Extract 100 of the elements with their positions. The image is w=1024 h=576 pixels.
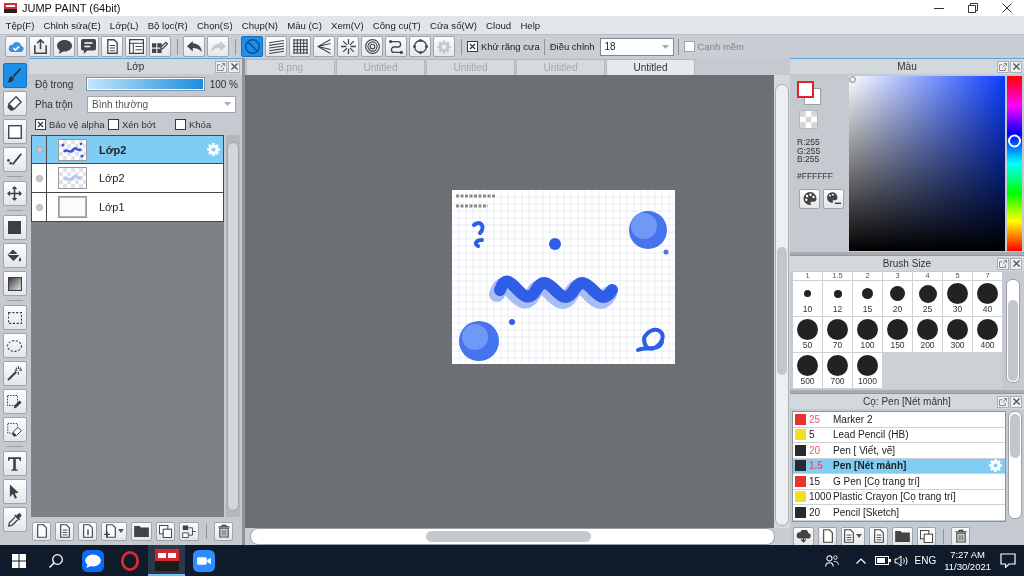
close-button[interactable] [1010, 60, 1022, 73]
hue-slider-thumb[interactable] [1008, 134, 1021, 148]
add-page-button[interactable] [101, 521, 127, 541]
taskbar-button[interactable] [148, 545, 185, 576]
eraser-tool[interactable] [2, 91, 27, 116]
dotted-circle-button[interactable] [409, 36, 431, 57]
copy-button[interactable] [917, 526, 936, 546]
hue-slider[interactable] [1007, 76, 1022, 251]
menu-item[interactable]: Cloud [481, 19, 516, 31]
saturation-value-picker[interactable] [849, 76, 1005, 251]
scrollbar[interactable] [775, 84, 789, 526]
upload-button[interactable] [29, 36, 51, 57]
brush-row[interactable]: 20 Pen [ Viết, vẽ] [793, 443, 1005, 459]
color-swatches-icon[interactable] [797, 81, 821, 105]
brush-size-option[interactable]: 50 [793, 317, 822, 352]
battery-icon[interactable] [875, 556, 892, 565]
menu-item[interactable]: Chọn(S) [192, 19, 238, 31]
magic-wand-tool[interactable] [2, 361, 27, 386]
menu-item[interactable]: Tệp(F) [1, 19, 39, 31]
checkbox[interactable] [35, 118, 46, 130]
selection-pen-tool[interactable] [2, 389, 27, 414]
page-lines-button[interactable] [55, 521, 74, 541]
blend-mode-dropdown[interactable]: Bình thường [87, 95, 236, 113]
brush-row[interactable]: 15 G Pen [Cọ trang trí] [793, 474, 1005, 490]
scrollbar-thumb[interactable] [777, 247, 787, 375]
dashed-rectangle-tool[interactable] [2, 305, 27, 330]
brush-row[interactable]: 25 Marker 2 [793, 412, 1005, 428]
brush-size-option[interactable]: 12 [823, 281, 852, 316]
page-button[interactable] [32, 521, 51, 541]
concentric-circles-button[interactable] [361, 36, 383, 57]
menu-item[interactable]: Chỉnh sửa(E) [38, 19, 106, 31]
palette-button[interactable] [799, 188, 820, 209]
brush-size-option[interactable]: 15 [853, 281, 882, 316]
cloud-download-button[interactable] [793, 526, 814, 546]
clock-date[interactable]: 11/30/2021 [944, 560, 991, 573]
scrollbar-thumb[interactable] [1010, 414, 1020, 458]
scrollbar[interactable] [226, 135, 240, 517]
text-tool[interactable] [2, 451, 27, 476]
grid-edit-button[interactable] [149, 36, 171, 57]
folder-button[interactable] [131, 521, 152, 541]
close-button[interactable] [1010, 395, 1022, 408]
popout-button[interactable] [997, 60, 1009, 73]
menu-item[interactable]: Help [515, 19, 545, 31]
brush-size-option[interactable]: 70 [823, 317, 852, 352]
eyedropper-tool[interactable] [2, 507, 27, 532]
scrollbar[interactable] [250, 528, 775, 545]
menu-item[interactable]: Công cụ(T) [368, 19, 426, 31]
brush-size-option[interactable]: 20 [883, 281, 912, 316]
checkbox[interactable] [108, 118, 119, 130]
popout-button[interactable] [997, 395, 1009, 408]
page-button[interactable] [78, 521, 97, 541]
menu-item[interactable]: Màu (C) [282, 19, 327, 31]
dotted-line-tool[interactable] [2, 147, 27, 172]
brush-size-option[interactable]: 1000 [853, 353, 882, 388]
selection-eraser-tool[interactable] [2, 417, 27, 442]
message-button[interactable] [77, 36, 99, 57]
scrollbar[interactable] [1006, 279, 1020, 383]
brush-row[interactable]: 1000 Plastic Crayon [Cọ trang trí] [793, 489, 1005, 505]
square-tool[interactable] [2, 119, 27, 144]
copy-button[interactable] [156, 521, 175, 541]
scrollbar-thumb[interactable] [1008, 300, 1018, 381]
layer-row[interactable]: Lớp2 [31, 135, 224, 164]
brush-size-option[interactable]: 30 [943, 281, 972, 316]
close-button[interactable] [1010, 257, 1022, 270]
document-tab[interactable]: Untitled [606, 59, 695, 75]
grid-button[interactable] [289, 36, 311, 57]
brush-row[interactable]: 5 Lead Pencil (HB) [793, 427, 1005, 443]
brush-size-option[interactable]: 700 [823, 353, 852, 388]
trash-button[interactable] [951, 526, 970, 546]
trash-button[interactable] [214, 521, 233, 541]
pointer-tool[interactable] [2, 479, 27, 504]
list-panel-button[interactable] [125, 36, 147, 57]
converging-lines-button[interactable] [313, 36, 335, 57]
brush-size-option[interactable]: 300 [943, 317, 972, 352]
merge-button[interactable] [179, 521, 199, 541]
curve-button[interactable] [385, 36, 407, 57]
undo-button[interactable] [183, 36, 205, 57]
filled-square-tool[interactable] [2, 215, 27, 240]
brush-size-option[interactable]: 400 [973, 317, 1002, 352]
move-tool[interactable] [2, 181, 27, 206]
layer-row[interactable]: Lớp1 [31, 193, 224, 222]
page-lines-button[interactable] [869, 526, 888, 546]
brush-size-option[interactable]: 150 [883, 317, 912, 352]
brush-row[interactable]: 20 Pencil [Sketch] [793, 505, 1005, 521]
notification-icon[interactable] [1000, 553, 1016, 568]
speech-bubble-button[interactable] [53, 36, 75, 57]
dashed-ellipse-tool[interactable] [2, 333, 27, 358]
scrollbar-thumb[interactable] [227, 142, 239, 511]
menu-item[interactable]: Bộ lọc(R) [143, 19, 193, 31]
scrollbar-thumb[interactable] [426, 531, 591, 542]
checkbox[interactable] [467, 41, 478, 52]
speaker-icon[interactable] [894, 554, 910, 567]
brush-tool[interactable] [2, 63, 27, 88]
menu-item[interactable]: Lớp(L) [105, 19, 144, 31]
menu-item[interactable]: Cửa sổ(W) [425, 19, 482, 31]
adjust-dropdown[interactable]: 18 [599, 37, 674, 56]
close-button[interactable] [228, 60, 240, 73]
menu-item[interactable]: Xem(V) [326, 19, 369, 31]
folder-button[interactable] [892, 526, 913, 546]
popout-button[interactable] [997, 257, 1009, 270]
